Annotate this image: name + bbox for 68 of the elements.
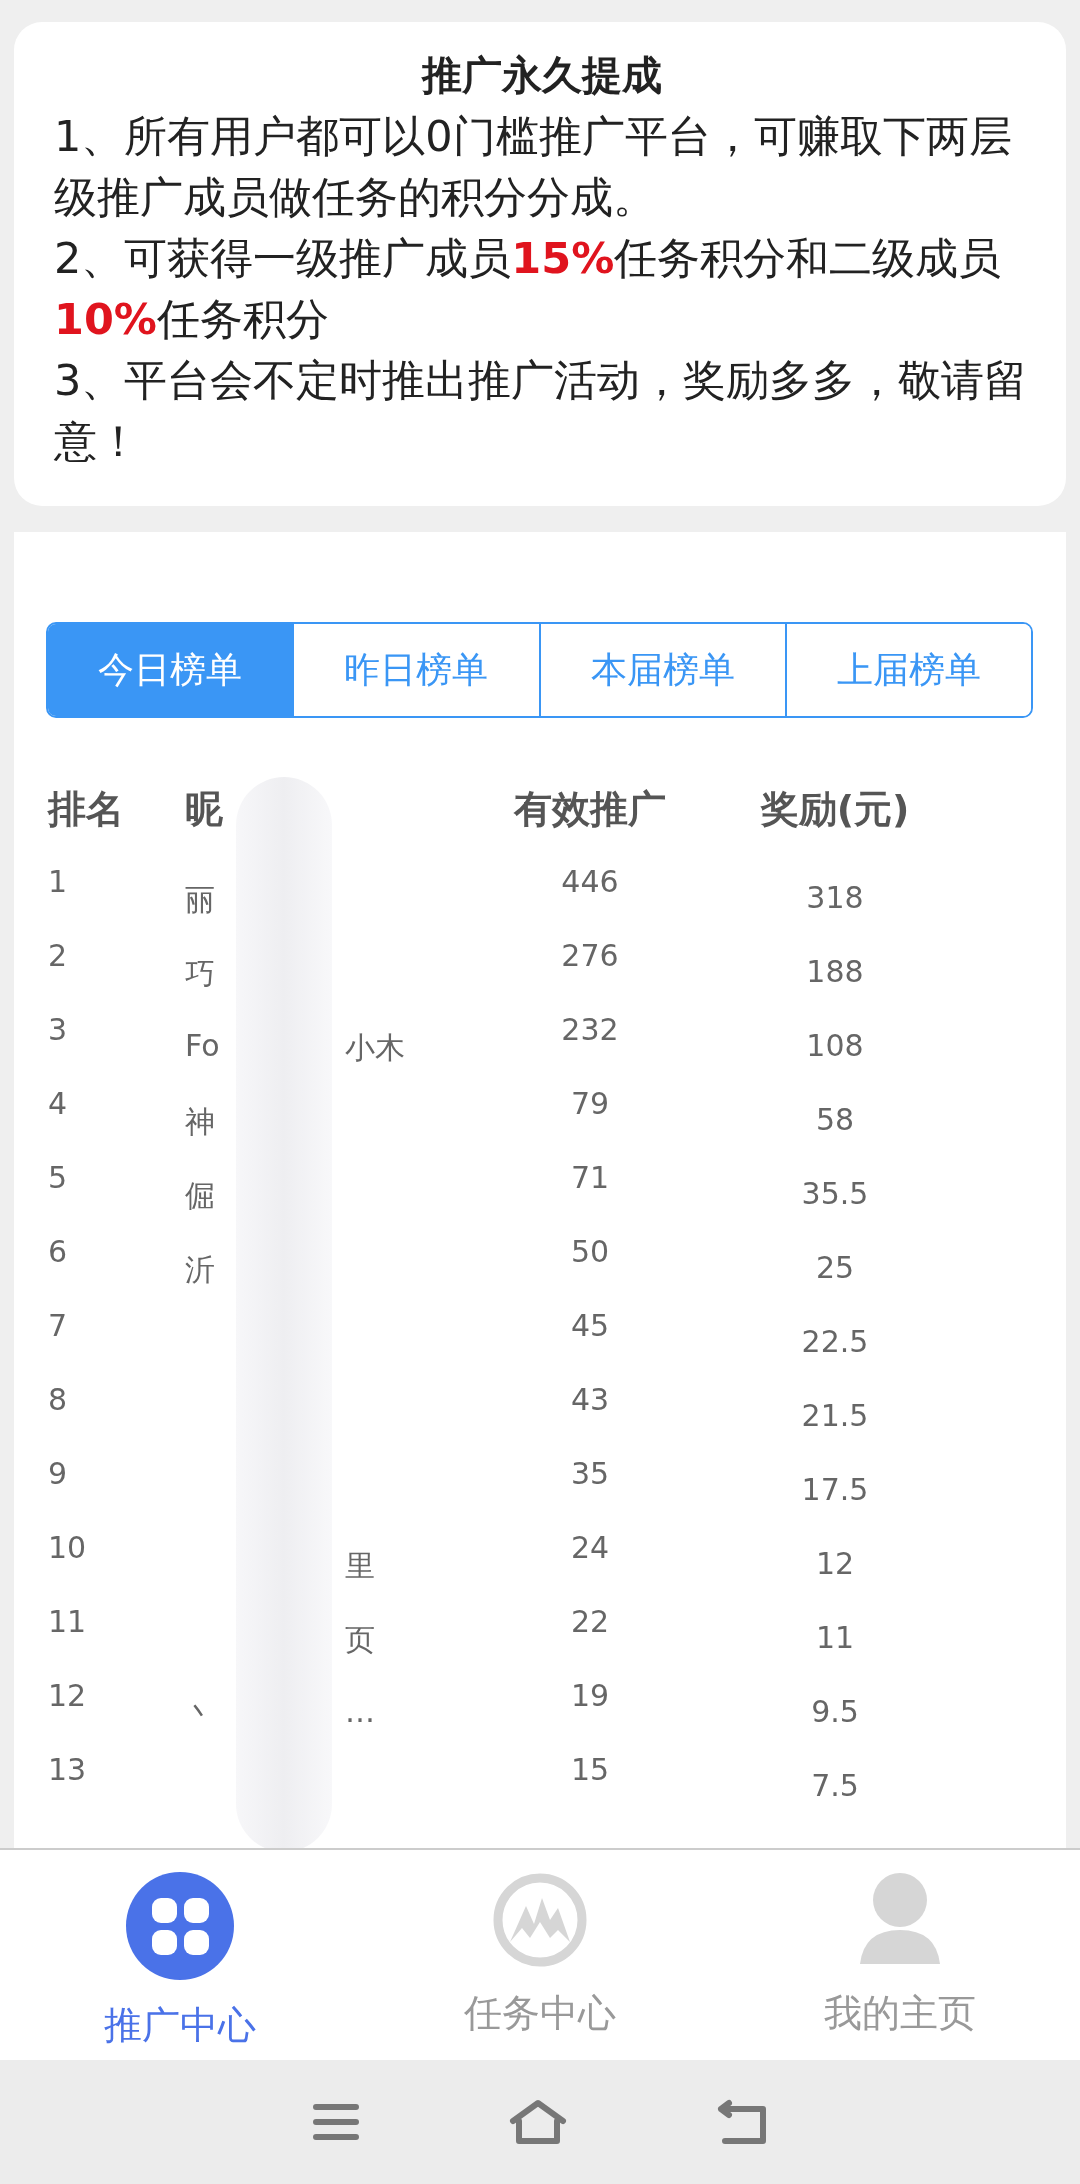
reward-cell-text: 58 [815,1102,855,1139]
nav-item[interactable]: 推广中心 [104,2000,256,2051]
promotion-count-cell-text: 276 [561,938,619,975]
rank-cell-text: 12 [48,1678,87,1715]
mountain-icon [492,1872,588,1968]
notice-paragraph: 2、可获得一级推广成员15%任务积分和二级成员10%任务积分 [54,232,1003,346]
rank-cell-text: 6 [48,1234,68,1271]
promotion-count-cell-text: 50 [570,1234,610,1271]
promotion-count-cell-text: 71 [570,1160,610,1197]
promotion-count-cell-text: 232 [561,1012,619,1049]
nickname-cell: 丶 [185,1696,215,1731]
nickname-cell: 倔 [185,1178,215,1213]
leaderboard-tab[interactable]: 今日榜单 [48,624,293,716]
reward-cell-text: 7.5 [811,1768,859,1805]
reward-cell-text: 35.5 [801,1176,869,1213]
rank-cell-text: 9 [48,1456,68,1493]
reward-cell-text: 188 [806,954,864,991]
rank-cell-text: 3 [48,1012,68,1049]
notice-paragraph: 3、平台会不定时推出推广活动，奖励多多，敬请留意！ [54,354,1029,468]
back-icon[interactable] [717,2099,767,2145]
nickname-cell: 神 [185,1104,215,1139]
rank-cell-text: 13 [48,1752,87,1789]
reward-cell-text: 9.5 [811,1694,859,1731]
nickname-cell: 沂 [185,1252,215,1287]
promotion-count-cell-text: 79 [570,1086,610,1123]
nickname-cell-text: … [345,1694,375,1731]
nickname-cell-text: 小木 [345,1029,405,1067]
reward-cell-text: 11 [815,1620,855,1657]
promotion-count-cell-text: 22 [570,1604,610,1641]
menu-icon[interactable] [313,2103,359,2141]
rank-cell-text: 1 [48,864,68,901]
rank-cell-text: 2 [48,938,68,975]
column-header: 有效推广 [514,785,666,833]
nickname-cell: 巧 [185,956,215,991]
reward-cell-text: 22.5 [801,1324,869,1361]
nickname-cell: 丽 [185,882,215,917]
reward-cell-text: 12 [815,1546,855,1583]
promotion-count-cell-text: 24 [570,1530,610,1567]
leaderboard-tab[interactable]: 上届榜单 [784,624,1031,716]
apps-icon [126,1872,234,1980]
promotion-count-cell-text: 35 [570,1456,610,1493]
rank-cell-text: 10 [48,1530,87,1567]
nickname-cell: Fo [185,1028,220,1063]
notice-title: 推广永久提成 [420,51,663,100]
reward-cell-text: 108 [806,1028,864,1065]
nav-item[interactable]: 任务中心 [464,1988,616,2039]
rank-cell-text: 5 [48,1160,68,1197]
reward-cell-text: 17.5 [801,1472,869,1509]
reward-cell-text: 21.5 [801,1398,869,1435]
rank-cell-text: 8 [48,1382,68,1419]
notice-paragraph: 1、所有用户都可以0门槛推广平台，可赚取下两层级推广成员做任务的积分分成。 [54,110,1013,224]
promotion-count-cell-text: 45 [570,1308,610,1345]
rank-cell-text: 4 [48,1086,68,1123]
reward-cell-text: 318 [806,880,864,917]
promotion-count-cell-text: 19 [570,1678,610,1715]
column-header: 奖励(元) [760,785,910,833]
promotion-count-cell-text: 446 [561,864,619,901]
nickname-cell-text: 里 [345,1547,375,1585]
column-header: 昵 [185,785,223,833]
nav-item[interactable]: 我的主页 [824,1988,976,2039]
home-icon[interactable] [509,2099,567,2145]
promotion-count-cell-text: 15 [570,1752,610,1789]
reward-cell-text: 25 [815,1250,855,1287]
column-header: 排名 [48,785,124,833]
rank-cell-text: 11 [48,1604,87,1641]
rank-cell-text: 7 [48,1308,68,1345]
nickname-cell-text: 页 [345,1621,375,1659]
promotion-count-cell-text: 43 [570,1382,610,1419]
